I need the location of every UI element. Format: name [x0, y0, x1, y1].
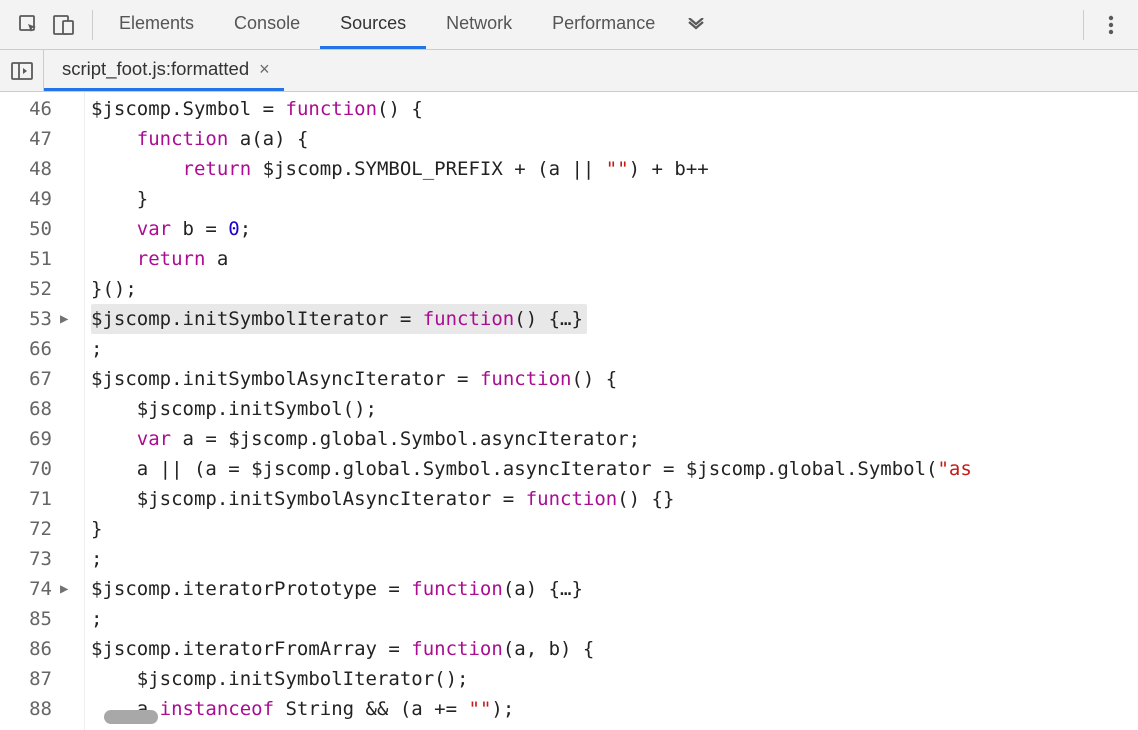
inspect-element-icon[interactable]	[18, 14, 40, 36]
code-line[interactable]: ;	[91, 544, 1138, 574]
code-line[interactable]: return a	[91, 244, 1138, 274]
tab-elements[interactable]: Elements	[99, 0, 214, 49]
toolbar-divider	[92, 10, 93, 40]
code-line[interactable]: $jscomp.initSymbolIterator = function() …	[91, 304, 1138, 334]
code-line[interactable]: }();	[91, 274, 1138, 304]
code-line[interactable]: return $jscomp.SYMBOL_PREFIX + (a || "")…	[91, 154, 1138, 184]
panel-tabs: Elements Console Sources Network Perform…	[99, 0, 1071, 49]
line-number[interactable]: 70	[0, 454, 52, 484]
code-line[interactable]: var b = 0;	[91, 214, 1138, 244]
line-number[interactable]: 72	[0, 514, 52, 544]
code-line[interactable]: ;	[91, 334, 1138, 364]
code-line[interactable]: $jscomp.iteratorPrototype = function(a) …	[91, 574, 1138, 604]
line-number[interactable]: 67	[0, 364, 52, 394]
line-number[interactable]: 53	[0, 304, 52, 334]
device-toggle-icon[interactable]	[52, 14, 76, 36]
line-number[interactable]: 86	[0, 634, 52, 664]
code-line[interactable]: function a(a) {	[91, 124, 1138, 154]
line-number[interactable]: 68	[0, 394, 52, 424]
code-line[interactable]: }	[91, 184, 1138, 214]
file-subheader: script_foot.js:formatted ×	[0, 50, 1138, 92]
fold-marker-icon[interactable]: ▶	[60, 574, 74, 604]
line-number[interactable]: 85	[0, 604, 52, 634]
line-number[interactable]: 71	[0, 484, 52, 514]
code-line[interactable]: $jscomp.Symbol = function() {	[91, 94, 1138, 124]
code-content[interactable]: $jscomp.Symbol = function() { function a…	[84, 92, 1138, 730]
line-number[interactable]: 47	[0, 124, 52, 154]
toolbar-right-icons	[1071, 10, 1130, 40]
code-line[interactable]: a instanceof String && (a += "");	[91, 694, 1138, 724]
tab-performance[interactable]: Performance	[532, 0, 675, 49]
toolbar-left-icons	[8, 14, 86, 36]
toolbar-divider-right	[1083, 10, 1084, 40]
file-tab[interactable]: script_foot.js:formatted ×	[44, 50, 284, 91]
fold-marker-icon[interactable]: ▶	[60, 304, 74, 334]
tab-sources[interactable]: Sources	[320, 0, 426, 49]
code-line[interactable]: $jscomp.initSymbolAsyncIterator = functi…	[91, 484, 1138, 514]
line-number[interactable]: 50	[0, 214, 52, 244]
tab-console[interactable]: Console	[214, 0, 320, 49]
line-number[interactable]: 87	[0, 664, 52, 694]
fold-gutter: ▶▶	[60, 92, 84, 730]
code-line[interactable]: $jscomp.initSymbolAsyncIterator = functi…	[91, 364, 1138, 394]
code-line[interactable]: $jscomp.iteratorFromArray = function(a, …	[91, 634, 1138, 664]
line-number[interactable]: 46	[0, 94, 52, 124]
code-line[interactable]: $jscomp.initSymbol();	[91, 394, 1138, 424]
code-editor[interactable]: 4647484950515253666768697071727374858687…	[0, 92, 1138, 730]
file-tab-label: script_foot.js:formatted	[62, 58, 249, 80]
line-number[interactable]: 48	[0, 154, 52, 184]
line-number-gutter: 4647484950515253666768697071727374858687…	[0, 92, 60, 730]
line-number[interactable]: 69	[0, 424, 52, 454]
line-number[interactable]: 74	[0, 574, 52, 604]
line-number[interactable]: 89	[0, 724, 52, 730]
line-number[interactable]: 88	[0, 694, 52, 724]
code-line[interactable]: var a = $jscomp.global.Symbol.asyncItera…	[91, 424, 1138, 454]
line-number[interactable]: 66	[0, 334, 52, 364]
more-tabs-icon[interactable]	[675, 0, 717, 49]
code-line[interactable]: var c = 0	[91, 724, 1138, 730]
line-number[interactable]: 49	[0, 184, 52, 214]
tab-network[interactable]: Network	[426, 0, 532, 49]
code-line[interactable]: a || (a = $jscomp.global.Symbol.asyncIte…	[91, 454, 1138, 484]
close-icon[interactable]: ×	[259, 59, 270, 80]
code-line[interactable]: $jscomp.initSymbolIterator();	[91, 664, 1138, 694]
line-number[interactable]: 52	[0, 274, 52, 304]
horizontal-scrollbar-thumb[interactable]	[104, 710, 158, 724]
line-number[interactable]: 51	[0, 244, 52, 274]
line-number[interactable]: 73	[0, 544, 52, 574]
code-line[interactable]: ;	[91, 604, 1138, 634]
main-toolbar: Elements Console Sources Network Perform…	[0, 0, 1138, 50]
kebab-menu-icon[interactable]	[1098, 14, 1124, 36]
navigator-toggle-icon[interactable]	[0, 50, 44, 91]
code-line[interactable]: }	[91, 514, 1138, 544]
